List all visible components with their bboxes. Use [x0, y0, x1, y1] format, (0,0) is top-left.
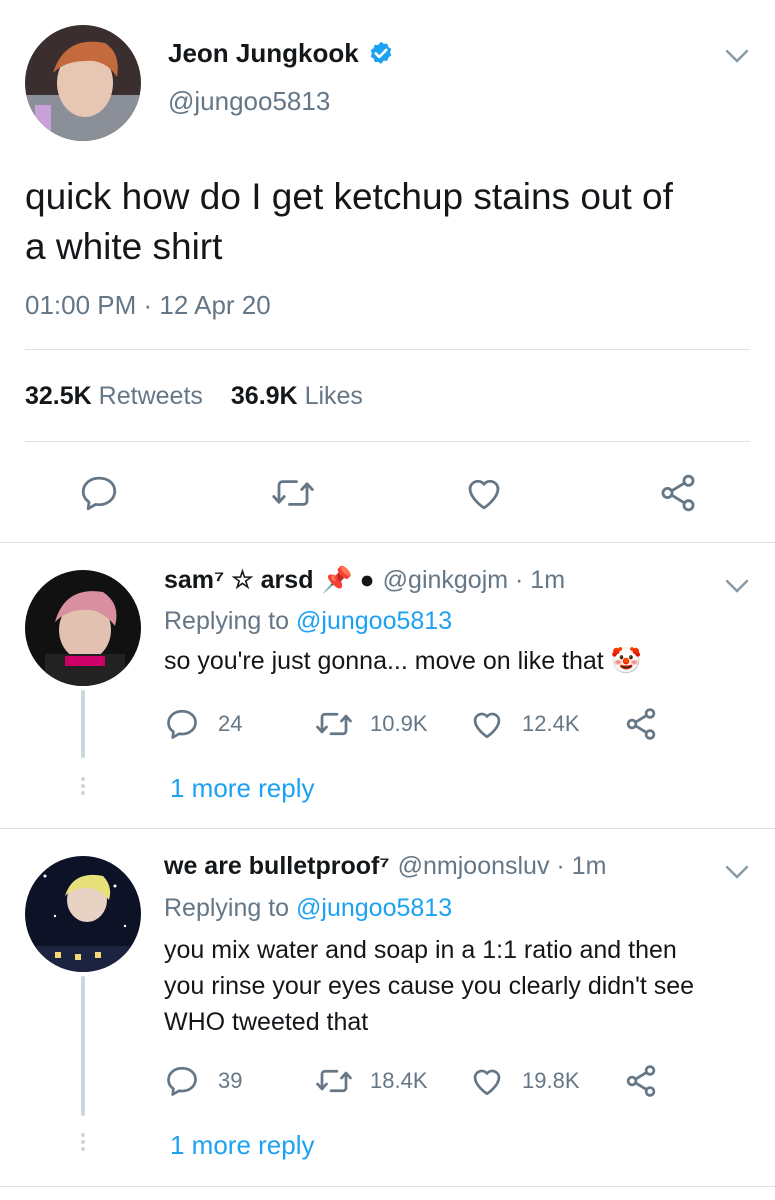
like-icon[interactable] [462, 472, 506, 514]
retweets-stat[interactable]: 32.5K Retweets [25, 382, 203, 411]
divider [0, 828, 775, 829]
likes-label: Likes [304, 382, 363, 410]
reply-text: you mix water and soap in a 1:1 ratio an… [164, 932, 694, 1040]
reply-handle-time[interactable]: @ginkgojm · 1m [383, 566, 565, 595]
share-icon[interactable] [656, 472, 700, 514]
replying-to-label: Replying to [164, 894, 290, 922]
reply-count: 39 [218, 1068, 243, 1093]
tweet-text: quick how do I get ketchup stains out of… [25, 172, 673, 272]
more-replies-link[interactable]: 1 more reply [170, 1130, 315, 1161]
divider [0, 542, 775, 543]
chevron-down-icon[interactable] [724, 864, 750, 880]
author-handle[interactable]: @jungoo5813 [168, 86, 330, 117]
replying-to-label: Replying to [164, 607, 290, 635]
retweet-icon[interactable] [270, 472, 316, 514]
divider [25, 349, 750, 350]
retweets-label: Retweets [98, 382, 203, 410]
reply-display-name[interactable]: we are bulletproof⁷ [164, 852, 390, 881]
chevron-down-icon[interactable] [724, 578, 750, 594]
like-icon[interactable] [468, 706, 506, 742]
reply-icon[interactable] [164, 1063, 200, 1099]
retweets-count: 32.5K [25, 382, 92, 410]
retweet-count: 10.9K [370, 711, 428, 736]
author-display-name[interactable]: Jeon Jungkook [168, 38, 359, 69]
thread-line [81, 690, 85, 758]
reply-text: so you're just gonna... move on like tha… [164, 647, 642, 675]
reply-avatar[interactable] [25, 856, 141, 972]
share-icon[interactable] [622, 706, 660, 742]
tweet-text-line: quick how do I get ketchup stains out of [25, 176, 673, 217]
likes-count: 36.9K [230, 382, 298, 410]
divider [25, 441, 750, 442]
reply-text-line: you rinse your eyes cause you clearly di… [164, 972, 695, 1000]
divider [0, 1186, 775, 1187]
reply-avatar[interactable] [25, 570, 141, 686]
tweet-text-line: a white shirt [25, 226, 223, 267]
reply-count: 24 [218, 711, 243, 736]
engagement-stats: 32.5K Retweets 36.9K Likes [25, 382, 363, 411]
reply-text-line: you mix water and soap in a 1:1 ratio an… [164, 936, 677, 964]
more-replies-link[interactable]: 1 more reply [170, 773, 315, 804]
thread-line [81, 976, 85, 1116]
thread-dots [81, 1133, 85, 1154]
like-count: 12.4K [522, 711, 580, 736]
like-icon[interactable] [468, 1063, 506, 1099]
retweet-count: 18.4K [370, 1068, 428, 1093]
reply-text-line: WHO tweeted that [164, 1008, 369, 1036]
likes-stat[interactable]: 36.9K Likes [231, 382, 363, 411]
like-count: 19.8K [522, 1068, 580, 1093]
replying-to-handle[interactable]: @jungoo5813 [296, 607, 452, 635]
thread-dots [81, 777, 85, 798]
retweet-icon[interactable] [314, 706, 354, 742]
chevron-down-icon[interactable] [724, 48, 750, 64]
reply-icon[interactable] [78, 472, 120, 514]
retweet-icon[interactable] [314, 1063, 354, 1099]
reply-icon[interactable] [164, 706, 200, 742]
tweet-timestamp[interactable]: 01:00 PM · 12 Apr 20 [25, 290, 271, 321]
verified-badge-icon [367, 40, 395, 68]
replying-to-handle[interactable]: @jungoo5813 [296, 894, 452, 922]
name-emoji: 📌 ● [321, 565, 375, 594]
author-avatar[interactable] [25, 25, 141, 141]
reply-handle-time[interactable]: @nmjoonsluv · 1m [398, 852, 607, 881]
share-icon[interactable] [622, 1063, 660, 1099]
reply-display-name[interactable]: sam⁷ ☆ arsd [164, 565, 313, 595]
